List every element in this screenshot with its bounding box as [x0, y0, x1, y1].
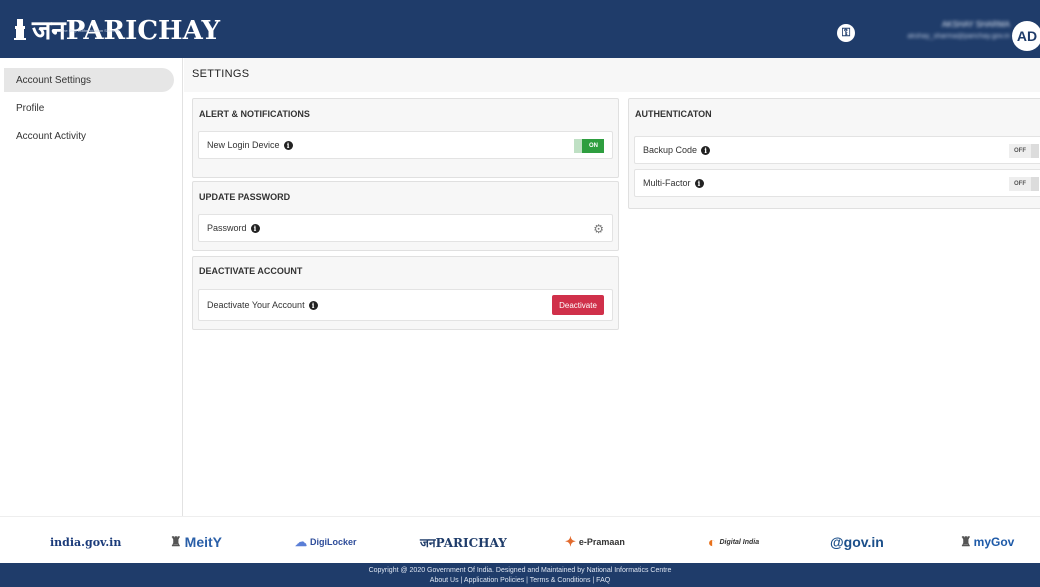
emblem-icon: ♜	[960, 534, 972, 549]
card-title: DEACTIVATE ACCOUNT	[199, 266, 303, 276]
digilocker-logo[interactable]: ☁ DigiLocker	[295, 531, 357, 553]
janparichay-footer-logo[interactable]: जनPARICHAY	[420, 531, 507, 553]
india-gov-logo[interactable]: india.gov.in	[50, 531, 121, 553]
deactivate-account-card: DEACTIVATE ACCOUNT Deactivate Your Accou…	[192, 256, 619, 330]
user-email: akshay_sharma@parichay.gov.in	[907, 33, 1010, 40]
deactivate-button[interactable]: Deactivate	[552, 295, 604, 315]
digital-india-icon: ◐	[708, 534, 717, 550]
sidebar: Account Settings Profile Account Activit…	[0, 58, 183, 516]
footer-links[interactable]: About Us | Application Policies | Terms …	[0, 577, 1040, 584]
footer: Copyright @ 2020 Government Of India. De…	[0, 563, 1040, 587]
backup-code-row: Backup Code i OFF	[634, 136, 1040, 164]
key-icon[interactable]: ⚿	[837, 24, 855, 42]
sidebar-item-label: Account Settings	[16, 74, 92, 86]
authentication-card: AUTHENTICATON Backup Code i OFF Multi-Fa…	[628, 98, 1040, 209]
digilocker-text: DigiLocker	[310, 537, 357, 547]
meity-text: MeitY	[184, 534, 222, 550]
top-header: जनPARICHAY One Stop Authentication Solut…	[0, 0, 1040, 58]
partner-logo-strip: india.gov.in ♜ MeitY ☁ DigiLocker जनPARICH…	[0, 516, 1040, 564]
emblem-icon: ♜	[170, 534, 182, 549]
multi-factor-label: Multi-Factor	[643, 178, 691, 188]
backup-code-label: Backup Code	[643, 145, 698, 155]
password-row: Password i ⚙	[198, 214, 613, 242]
multi-factor-row: Multi-Factor i OFF	[634, 169, 1040, 197]
backup-code-toggle[interactable]: OFF	[1009, 144, 1039, 158]
info-icon[interactable]: i	[250, 223, 260, 233]
update-password-card: UPDATE PASSWORD Password i ⚙	[192, 181, 619, 251]
multi-factor-toggle[interactable]: OFF	[1009, 177, 1039, 191]
user-name: AKSHAY SHARMA	[941, 20, 1010, 29]
mygov-text: myGov	[973, 535, 1015, 549]
cloud-icon: ☁	[295, 535, 307, 549]
card-title: UPDATE PASSWORD	[199, 192, 291, 202]
new-login-device-toggle[interactable]: ON	[574, 139, 604, 153]
deactivate-label: Deactivate Your Account	[207, 300, 305, 310]
new-login-device-label: New Login Device	[207, 140, 280, 150]
info-icon[interactable]: i	[308, 300, 318, 310]
epramaan-logo[interactable]: ✦ e-Pramaan	[565, 531, 625, 553]
new-login-device-row: New Login Device i ON	[198, 131, 613, 159]
card-title: ALERT & NOTIFICATIONS	[199, 109, 310, 119]
epramaan-icon: ✦	[565, 534, 576, 549]
digital-india-text: Digital India	[719, 538, 760, 546]
epramaan-text: e-Pramaan	[578, 537, 625, 547]
settings-header-band	[184, 58, 1040, 92]
sidebar-item-profile[interactable]: Profile	[4, 96, 174, 120]
gear-icon[interactable]: ⚙	[593, 222, 604, 236]
meity-logo[interactable]: ♜ MeitY	[170, 531, 222, 553]
sidebar-item-account-activity[interactable]: Account Activity	[4, 124, 174, 148]
sidebar-item-label: Account Activity	[16, 130, 87, 142]
page-title: SETTINGS	[192, 68, 250, 80]
info-icon[interactable]: i	[283, 140, 293, 150]
sidebar-item-label: Profile	[16, 102, 45, 114]
digital-india-logo[interactable]: ◐ Digital India	[708, 531, 759, 553]
mygov-logo[interactable]: ♜ myGov	[960, 531, 1014, 553]
gov-in-logo[interactable]: @gov.in	[830, 531, 884, 553]
alert-notifications-card: ALERT & NOTIFICATIONS New Login Device i…	[192, 98, 619, 178]
footer-copyright: Copyright @ 2020 Government Of India. De…	[368, 567, 672, 574]
avatar[interactable]: AD	[1012, 21, 1040, 51]
info-icon[interactable]: i	[701, 145, 711, 155]
sidebar-item-account-settings[interactable]: Account Settings	[4, 68, 174, 92]
card-title: AUTHENTICATON	[635, 109, 712, 119]
national-emblem-icon	[12, 17, 28, 41]
logo-tagline: One Stop Authentication Solution	[60, 28, 119, 33]
password-label: Password	[207, 223, 247, 233]
deactivate-row: Deactivate Your Account i Deactivate	[198, 289, 613, 321]
info-icon[interactable]: i	[694, 178, 704, 188]
